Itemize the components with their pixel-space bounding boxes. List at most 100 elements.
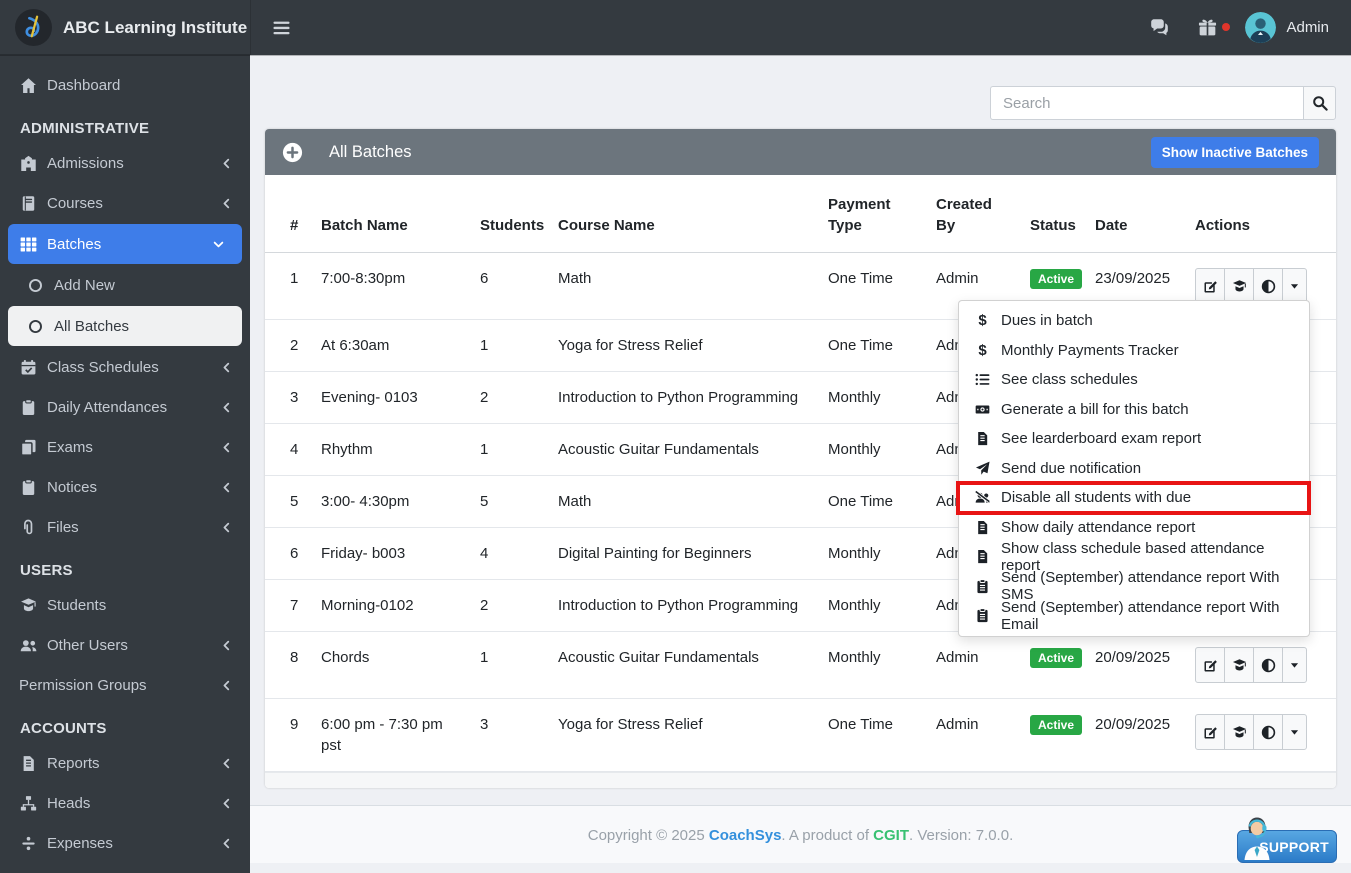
cell-num: 5 (265, 475, 321, 528)
dropdown-item-send-september-attendance-report-with-email[interactable]: Send (September) attendance report With … (959, 599, 1309, 633)
students-button[interactable] (1224, 268, 1254, 304)
sidebar-item-courses[interactable]: Courses (0, 183, 250, 223)
table-row: 8 Chords 1 Acoustic Guitar Fundamentals … (265, 631, 1336, 699)
students-button[interactable] (1224, 714, 1254, 750)
paperclip-icon (19, 519, 38, 536)
toggle-status-button[interactable] (1253, 268, 1283, 304)
sidebar: Dashboard ADMINISTRATIVE Admissions Courses… (0, 55, 250, 873)
more-actions-button[interactable] (1282, 647, 1307, 683)
dropdown-item-see-class-schedules[interactable]: See class schedules (959, 365, 1309, 395)
support-agent-icon (1237, 815, 1277, 862)
clipboard-list-icon (973, 608, 992, 623)
cell-num: 3 (265, 371, 321, 424)
cell-num: 1 (265, 252, 321, 320)
sidebar-item-all-batches[interactable]: All Batches (8, 306, 242, 346)
dropdown-item-send-september-attendance-report-with-sms[interactable]: Send (September) attendance report With … (959, 569, 1309, 603)
sidebar-item-dashboard[interactable]: Dashboard (0, 65, 250, 105)
toggle-status-button[interactable] (1253, 714, 1283, 750)
avatar (1245, 12, 1277, 43)
cell-course-name: Yoga for Stress Relief (558, 698, 828, 772)
sidebar-item-notices[interactable]: Notices (0, 467, 250, 507)
cgit-link[interactable]: CGIT (873, 827, 909, 844)
toggle-status-button[interactable] (1253, 647, 1283, 683)
toggle-icon (1261, 725, 1276, 740)
edit-button[interactable] (1195, 647, 1225, 683)
sidebar-item-permission-groups[interactable]: Permission Groups (0, 665, 250, 705)
chevron-left-icon (221, 198, 232, 209)
clipboard-list-icon (973, 578, 992, 594)
dropdown-item-generate-a-bill-for-this-batch[interactable]: Generate a bill for this batch (959, 395, 1309, 425)
cell-course-name: Introduction to Python Programming (558, 371, 828, 424)
sidebar-item-exams[interactable]: Exams (0, 427, 250, 467)
chevron-left-icon (221, 680, 232, 691)
cell-students: 1 (480, 319, 558, 372)
cell-payment-type: Monthly (828, 371, 936, 424)
sidebar-item-add-new[interactable]: Add New (0, 265, 250, 305)
more-actions-button[interactable] (1282, 714, 1307, 750)
graduate-icon (19, 597, 38, 614)
cell-created-by: Admin (936, 698, 1030, 772)
edit-button[interactable] (1195, 268, 1225, 304)
cell-payment-type: Monthly (828, 423, 936, 476)
chevron-left-icon (221, 402, 232, 413)
sidebar-item-students[interactable]: Students (0, 585, 250, 625)
dollar-icon: $ (978, 312, 987, 330)
dollar-icon: $ (978, 341, 987, 359)
sidebar-item-heads[interactable]: Heads (0, 783, 250, 823)
sidebar-item-files[interactable]: Files (0, 507, 250, 547)
sidebar-item-expenses[interactable]: Expenses (0, 823, 250, 863)
cell-course-name: Math (558, 252, 828, 320)
dropdown-item-see-learderboard-exam-report[interactable]: See learderboard exam report (959, 424, 1309, 454)
toggle-icon (1261, 658, 1276, 673)
dropdown-item-dues-in-batch[interactable]: $ Dues in batch (959, 306, 1309, 336)
cell-status: Active (1030, 631, 1095, 699)
sidebar-toggle-bars-icon[interactable] (272, 20, 291, 36)
cell-status: Active (1030, 698, 1095, 772)
search-input[interactable] (990, 86, 1303, 120)
dropdown-item-show-class-schedule-based-attendance-report[interactable]: Show class schedule based attendance rep… (959, 540, 1309, 574)
row-actions-dropdown: $ Dues in batch $ Monthly Payments Tracker S… (956, 300, 1311, 637)
support-button[interactable]: SUPPORT (1237, 817, 1337, 863)
edit-button[interactable] (1195, 714, 1225, 750)
cell-course-name: Acoustic Guitar Fundamentals (558, 423, 828, 476)
sidebar-item-class-schedules[interactable]: Class Schedules (0, 347, 250, 387)
sidebar-item-other-users[interactable]: Other Users (0, 625, 250, 665)
sidebar-item-daily-attendances[interactable]: Daily Attendances (0, 387, 250, 427)
cell-batch-name: Morning-0102 (321, 579, 480, 632)
coachsys-link[interactable]: CoachSys (709, 827, 782, 844)
brand[interactable]: ABC Learning Institute (0, 0, 250, 55)
sidebar-item-admissions[interactable]: Admissions (0, 143, 250, 183)
sidebar-item-batches[interactable]: Batches (8, 224, 242, 264)
graduate-icon (1232, 725, 1247, 740)
cell-date: 20/09/2025 (1095, 698, 1195, 772)
cell-payment-type: One Time (828, 252, 936, 320)
dropdown-item-monthly-payments-tracker[interactable]: $ Monthly Payments Tracker (959, 336, 1309, 366)
file-invoice-icon (19, 755, 38, 772)
chevron-left-icon (221, 758, 232, 769)
chevron-left-icon (221, 838, 232, 849)
dropdown-item-show-daily-attendance-report[interactable]: Show daily attendance report (959, 513, 1309, 543)
column-header-created-by: Created By (936, 175, 1030, 253)
sidebar-section-accounts: ACCOUNTS (20, 720, 107, 737)
status-badge: Active (1030, 715, 1083, 735)
cell-created-by: Admin (936, 631, 1030, 699)
chevron-left-icon (221, 362, 232, 373)
notification-dot (1222, 23, 1231, 31)
search-button[interactable] (1303, 86, 1336, 120)
column-header-date: Date (1095, 175, 1195, 253)
grid-icon (19, 236, 38, 253)
user-menu[interactable]: Admin (1245, 12, 1329, 43)
show-inactive-batches-button[interactable]: Show Inactive Batches (1150, 136, 1319, 168)
caret-down-icon (1289, 281, 1300, 292)
edit-icon (1203, 658, 1218, 673)
cell-num: 6 (265, 527, 321, 580)
dropdown-item-disable-all-students-with-due[interactable]: Disable all students with due (956, 481, 1311, 514)
add-batch-button[interactable] (282, 142, 303, 163)
cell-payment-type: One Time (828, 475, 936, 528)
sidebar-item-reports[interactable]: Reports (0, 743, 250, 783)
more-actions-button[interactable] (1282, 268, 1307, 304)
students-button[interactable] (1224, 647, 1254, 683)
gift-icon[interactable] (1197, 18, 1231, 37)
chat-icon[interactable] (1149, 18, 1170, 37)
dropdown-item-send-due-notification[interactable]: Send due notification (959, 454, 1309, 484)
